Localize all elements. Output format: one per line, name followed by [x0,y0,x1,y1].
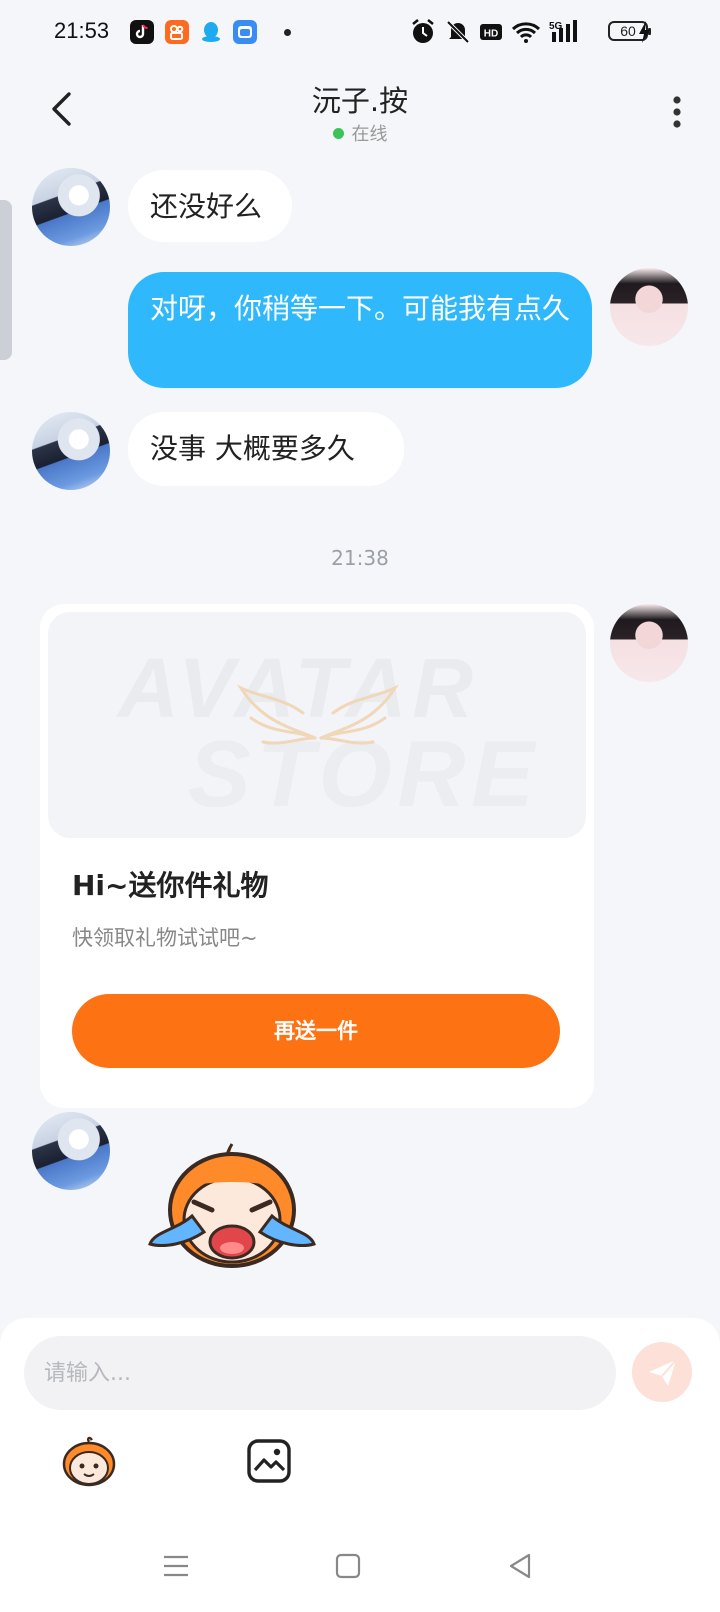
notification-dot [284,29,291,36]
app-blue-icon [233,20,257,44]
online-dot [332,128,344,139]
chat-header: 沅子.按 在线 [0,64,720,160]
charging-icon [639,21,650,43]
message-bubble-incoming[interactable]: 还没好么 [128,170,292,242]
alarm-icon [412,19,434,43]
send-button[interactable] [632,1342,692,1402]
gift-card[interactable]: AVATAR STORE Hi~送你件礼物 快领取礼物试试吧~ 再送一件 [40,604,594,1108]
contact-avatar[interactable] [32,1112,110,1190]
signal-icon: 5G [549,20,577,42]
status-bar: 21:53 HD 5G 60 [0,0,720,64]
contact-name: 沅子.按 [311,84,409,118]
more-icon[interactable] [662,92,692,132]
contact-avatar[interactable] [32,412,110,490]
mute-icon [446,20,470,44]
home-icon[interactable] [332,1550,364,1582]
my-avatar[interactable] [610,268,688,346]
gift-subtitle: 快领取礼物试试吧~ [72,926,258,950]
contact-avatar[interactable] [32,168,110,246]
online-status-label: 在线 [351,124,388,145]
send-another-gift-button[interactable]: 再送一件 [72,994,560,1068]
menu-icon[interactable] [160,1550,192,1582]
gift-image: AVATAR STORE [48,612,586,838]
message-bubble-outgoing[interactable]: 对呀，你稍等一下。可能我有点久 [128,272,592,388]
status-time: 21:53 [54,18,110,43]
image-icon[interactable] [246,1438,292,1484]
wings-icon [237,684,399,745]
svg-text:HD: HD [484,29,498,40]
system-nav-bar [0,1520,720,1612]
online-status: 在线 [0,120,720,146]
wifi-icon [511,22,541,43]
send-icon [649,1359,677,1386]
gift-title: Hi~送你件礼物 [72,869,269,902]
emoji-icon[interactable] [60,1436,118,1488]
message-bubble-incoming[interactable]: 没事 大概要多久 [128,412,404,486]
my-avatar[interactable] [610,604,688,682]
hd-icon: HD [480,24,502,40]
qq-icon [199,20,223,44]
back-nav-icon[interactable] [504,1550,536,1582]
crying-sticker-icon[interactable] [146,1140,318,1272]
tiktok-icon [130,20,154,44]
message-input[interactable] [24,1336,616,1410]
scroll-handle[interactable] [0,200,12,360]
kuaishou-icon [165,20,189,44]
time-divider: 21:38 [331,546,389,570]
